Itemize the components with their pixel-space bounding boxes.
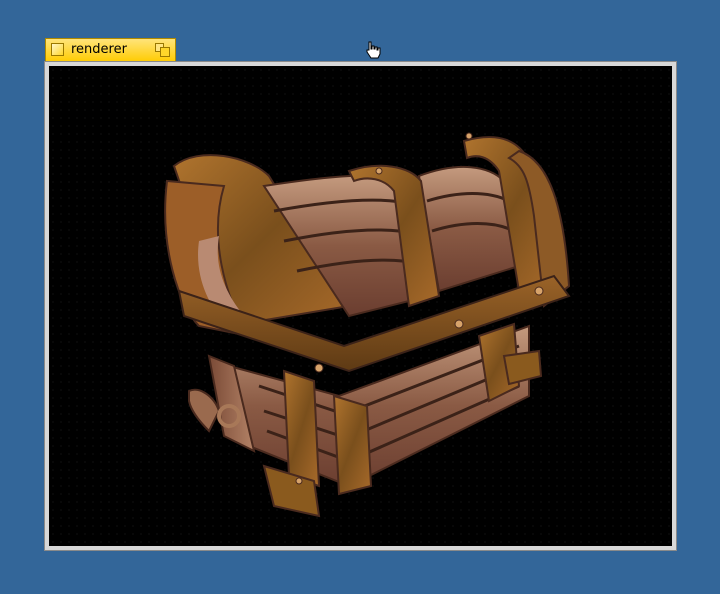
close-box-icon[interactable] (51, 43, 64, 56)
desktop: renderer (0, 0, 720, 594)
window-title: renderer (71, 42, 127, 57)
hand-pointer-icon (364, 40, 384, 60)
render-viewport[interactable] (49, 66, 672, 546)
window-tab[interactable]: renderer (45, 38, 176, 62)
treasure-chest-render (164, 132, 571, 518)
window-frame (44, 61, 677, 551)
zoom-box-icon[interactable] (155, 43, 171, 58)
